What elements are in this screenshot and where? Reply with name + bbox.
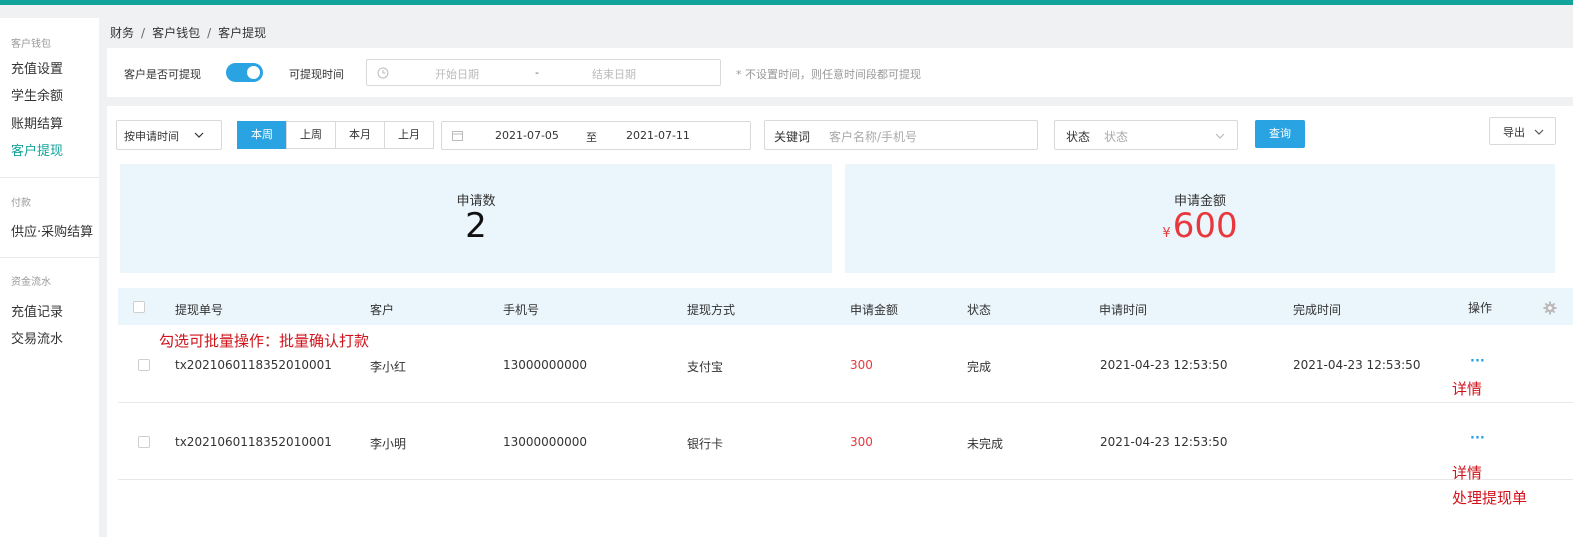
sidebar-divider <box>0 177 99 178</box>
date-to-value[interactable]: 2021-07-11 <box>626 129 690 142</box>
select-all-checkbox[interactable] <box>133 301 145 313</box>
time-type-value: 按申请时间 <box>124 130 179 143</box>
tab-this-month[interactable]: 本月 <box>335 121 385 149</box>
range-dash: - <box>535 66 539 79</box>
breadcrumb-item-wallet[interactable]: 客户钱包 <box>152 26 200 40</box>
status-placeholder: 状态 <box>1104 130 1129 144</box>
stat-amount-display: ¥600 <box>845 206 1555 246</box>
row-withdraw-id: tx2021060118352010001 <box>175 358 332 372</box>
sidebar-item-supply-settlement[interactable]: 供应·采购结算 <box>11 221 93 240</box>
more-actions-button[interactable]: ··· <box>1470 354 1485 369</box>
row-finish-time: 2021-04-23 12:53:50 <box>1293 358 1421 372</box>
sidebar-item-recharge-records[interactable]: 充值记录 <box>11 301 63 320</box>
row-apply-time: 2021-04-23 12:53:50 <box>1100 435 1228 449</box>
row-customer: 李小红 <box>370 360 407 374</box>
tab-last-week[interactable]: 上周 <box>286 121 336 149</box>
chevron-down-icon <box>194 132 204 138</box>
tab-last-month[interactable]: 上月 <box>384 121 434 149</box>
toggle-knob <box>247 66 260 79</box>
breadcrumb: 财务 / 客户钱包 / 客户提现 <box>110 24 266 41</box>
export-label: 导出 <box>1503 126 1525 139</box>
row-status: 未完成 <box>967 437 1004 451</box>
breadcrumb-item-withdraw: 客户提现 <box>218 26 267 40</box>
column-header-id: 提现单号 <box>175 303 224 317</box>
row-divider <box>118 479 1573 480</box>
currency-symbol: ¥ <box>1162 226 1171 241</box>
breadcrumb-separator: / <box>207 26 212 40</box>
row-divider <box>118 402 1573 403</box>
allow-withdraw-toggle[interactable] <box>226 63 263 82</box>
column-header-action: 操作 <box>1468 301 1493 315</box>
date-from-value[interactable]: 2021-07-05 <box>495 129 559 142</box>
calendar-icon <box>452 131 463 141</box>
row-method: 银行卡 <box>687 437 724 451</box>
sidebar-group-wallet: 客户钱包 <box>11 39 51 50</box>
annotation-detail: 详情 <box>1452 464 1483 482</box>
status-label: 状态 <box>1066 130 1091 144</box>
tab-this-week[interactable]: 本周 <box>237 121 287 149</box>
stat-count-value: 2 <box>465 206 487 246</box>
breadcrumb-item-finance[interactable]: 财务 <box>110 26 134 40</box>
row-checkbox[interactable] <box>138 436 150 448</box>
row-amount: 300 <box>850 435 873 449</box>
keyword-input[interactable]: 客户名称/手机号 <box>829 128 917 145</box>
withdraw-time-hint: * 不设置时间，则任意时间段都可提现 <box>736 68 921 81</box>
sidebar-item-customer-withdraw[interactable]: 客户提现 <box>11 140 63 159</box>
annotation-batch-operation: 勾选可批量操作：批量确认打款 <box>159 332 370 350</box>
table-header <box>118 288 1573 325</box>
sidebar: 客户钱包 充值设置 学生余额 账期结算 客户提现 付款 供应·采购结算 资金流水… <box>0 18 99 537</box>
column-header-phone: 手机号 <box>503 303 540 317</box>
start-date-placeholder[interactable]: 开始日期 <box>435 66 479 82</box>
stat-amount-value: 600 <box>1172 206 1238 246</box>
keyword-field[interactable]: 关键词 客户名称/手机号 <box>764 120 1038 150</box>
row-customer: 李小明 <box>370 437 407 451</box>
row-status: 完成 <box>967 360 992 374</box>
withdraw-time-label: 可提现时间 <box>289 68 344 81</box>
column-header-customer: 客户 <box>370 303 395 317</box>
column-header-amount: 申请金额 <box>850 303 899 317</box>
sidebar-group-funds: 资金流水 <box>11 277 51 288</box>
chevron-down-icon <box>1215 133 1225 139</box>
sidebar-item-billing-settlement[interactable]: 账期结算 <box>11 113 63 132</box>
sidebar-divider <box>0 257 99 258</box>
more-actions-button[interactable]: ··· <box>1470 431 1485 446</box>
annotation-process-withdraw: 处理提现单 <box>1452 489 1528 507</box>
row-checkbox[interactable] <box>138 359 150 371</box>
apply-date-range[interactable]: 2021-07-05 至 2021-07-11 <box>441 121 751 150</box>
query-button[interactable]: 查询 <box>1255 120 1305 148</box>
row-apply-time: 2021-04-23 12:53:50 <box>1100 358 1228 372</box>
sidebar-group-payment: 付款 <box>11 198 31 209</box>
sidebar-item-recharge-settings[interactable]: 充值设置 <box>11 58 63 77</box>
date-to-label: 至 <box>586 131 597 144</box>
column-header-method: 提现方式 <box>687 303 736 317</box>
stat-card-count: 申请数 2 <box>120 164 832 273</box>
annotation-detail: 详情 <box>1452 380 1483 398</box>
column-header-status: 状态 <box>967 303 992 317</box>
withdraw-date-range[interactable]: 开始日期 - 结束日期 <box>366 59 721 86</box>
end-date-placeholder[interactable]: 结束日期 <box>592 66 636 82</box>
column-header-apply-time: 申请时间 <box>1099 303 1148 317</box>
keyword-label: 关键词 <box>774 130 811 144</box>
column-header-finish-time: 完成时间 <box>1293 303 1342 317</box>
status-select[interactable]: 状态 状态 <box>1054 120 1238 150</box>
gear-icon[interactable] <box>1543 301 1557 315</box>
breadcrumb-separator: / <box>141 26 146 40</box>
chevron-down-icon <box>1534 129 1544 135</box>
row-amount: 300 <box>850 358 873 372</box>
sidebar-item-transaction-flow[interactable]: 交易流水 <box>11 328 63 347</box>
export-button[interactable]: 导出 <box>1489 117 1556 145</box>
time-type-select[interactable]: 按申请时间 <box>116 120 222 150</box>
row-method: 支付宝 <box>687 360 724 374</box>
row-withdraw-id: tx2021060118352010001 <box>175 435 332 449</box>
row-phone: 13000000000 <box>503 435 587 449</box>
stat-card-amount: 申请金额 ¥600 <box>845 164 1555 273</box>
top-accent-bar <box>0 0 1573 5</box>
clock-icon <box>377 67 389 79</box>
row-phone: 13000000000 <box>503 358 587 372</box>
allow-withdraw-label: 客户是否可提现 <box>124 68 201 81</box>
sidebar-item-student-balance[interactable]: 学生余额 <box>11 85 63 104</box>
